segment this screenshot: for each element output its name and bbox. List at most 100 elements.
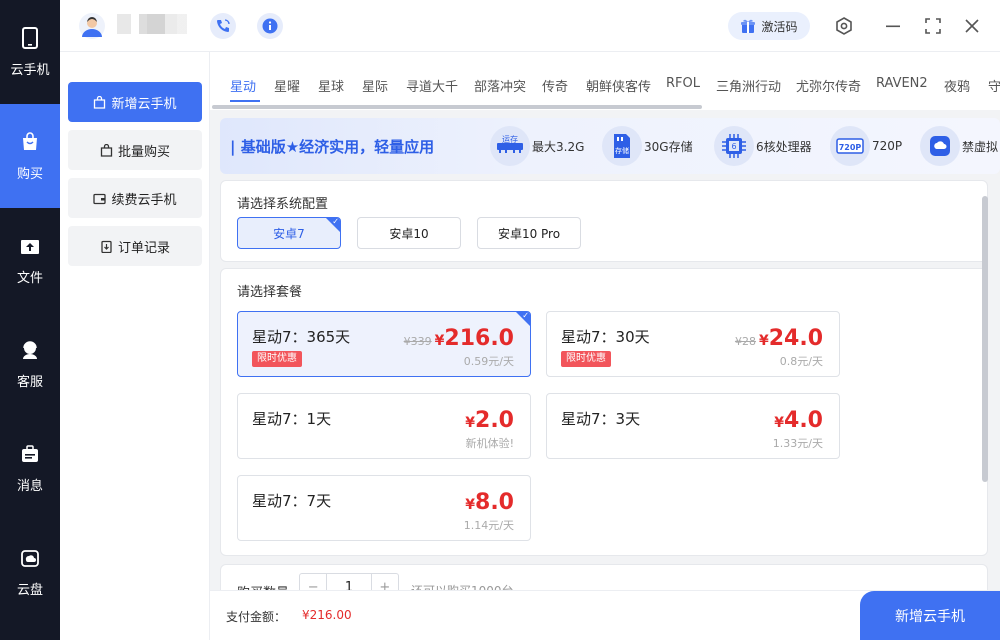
- submenu-label: 新增云手机: [111, 96, 177, 112]
- tab-youmier[interactable]: 尤弥尔传奇: [796, 76, 861, 95]
- activation-code-label: 激活码: [761, 19, 798, 34]
- tab-chaoxian[interactable]: 朝鲜侠客传: [586, 76, 651, 95]
- tab-raven2[interactable]: RAVEN2: [876, 76, 928, 91]
- plan-option[interactable]: 星动7：365天 限时优惠 ¥339 ¥ 216.0 0.59元/天 ✓: [237, 311, 531, 377]
- nav-item-files[interactable]: 文件: [0, 208, 60, 312]
- tab-sanjiaozhou[interactable]: 三角洲行动: [716, 76, 781, 95]
- feature-label: 禁虚拟: [962, 139, 999, 154]
- submenu-label: 续费云手机: [111, 192, 177, 208]
- tabs-scrollbar[interactable]: [212, 105, 702, 109]
- system-option-android7[interactable]: 安卓7 ✓: [237, 217, 341, 249]
- plan-name: 星动7：3天: [561, 410, 641, 428]
- submenu-renew-cloud-phone[interactable]: 续费云手机: [68, 178, 202, 218]
- phone-call-icon[interactable]: [210, 13, 236, 39]
- tab-xingyao[interactable]: 星曜: [274, 76, 300, 95]
- svg-text:运存: 运存: [502, 134, 518, 144]
- unit-price: 1.33元/天: [772, 437, 823, 450]
- price-value: 8.0: [475, 490, 514, 515]
- plan-name: 星动7：7天: [252, 492, 332, 510]
- plan-price: ¥ 2.0: [465, 408, 514, 433]
- system-option-android10-pro[interactable]: 安卓10 Pro: [477, 217, 581, 249]
- resolution-icon: 720P: [830, 126, 870, 166]
- nav-item-messages[interactable]: 消息: [0, 416, 60, 520]
- check-icon: ✓: [522, 311, 529, 320]
- nav-item-cloud-drive[interactable]: 云盘: [0, 520, 60, 624]
- feature-ram: 运存 最大3.2G: [490, 126, 584, 166]
- content-scrollbar[interactable]: [982, 196, 988, 482]
- maximize-icon[interactable]: [922, 15, 944, 37]
- svg-text:存储: 存储: [615, 146, 629, 155]
- unit-price: 0.59元/天: [463, 355, 514, 368]
- decrement-button[interactable]: −: [300, 574, 328, 590]
- plan-price: ¥ 8.0: [465, 490, 514, 515]
- system-option-label: 安卓10 Pro: [497, 226, 561, 241]
- plan-price: ¥339 ¥ 216.0: [404, 326, 514, 351]
- system-option-android10[interactable]: 安卓10: [357, 217, 461, 249]
- tab-xingqiu[interactable]: 星球: [318, 76, 344, 95]
- svg-text:6: 6: [731, 142, 736, 151]
- bag-icon: [19, 131, 41, 153]
- info-icon[interactable]: [257, 13, 283, 39]
- price-value: 4.0: [784, 408, 823, 433]
- support-icon: [19, 339, 41, 361]
- system-option-label: 安卓10: [389, 226, 429, 241]
- tab-xundao[interactable]: 寻道大千: [406, 76, 458, 95]
- price-value: 216.0: [444, 326, 514, 351]
- tab-xingdong[interactable]: 星动: [230, 76, 256, 95]
- currency-symbol: ¥: [758, 333, 769, 349]
- feature-anti-virtual: 禁虚拟: [920, 126, 998, 166]
- plan-option[interactable]: 星动7：7天 ¥ 8.0 1.14元/天: [237, 475, 531, 541]
- submenu-batch-purchase[interactable]: 批量购买: [68, 130, 202, 170]
- cloud-drive-icon: [19, 547, 41, 569]
- nav-item-purchase[interactable]: 购买: [0, 104, 60, 208]
- avatar[interactable]: [79, 13, 105, 39]
- tab-more[interactable]: 守: [988, 76, 1000, 95]
- submenu-new-cloud-phone[interactable]: 新增云手机: [68, 82, 202, 122]
- tab-chuanqi[interactable]: 传奇: [542, 76, 568, 95]
- plan-banner: | 基础版★经济实用，轻量应用 运存 最大3.2G 存储 30G存储 6 6核处…: [220, 118, 1000, 174]
- activation-code-button[interactable]: 激活码: [728, 12, 810, 40]
- feature-cpu: 6 6核处理器: [714, 126, 812, 166]
- storage-icon: 存储: [602, 126, 642, 166]
- tab-buluo[interactable]: 部落冲突: [474, 76, 526, 95]
- plan-option[interactable]: 星动7：3天 ¥ 4.0 1.33元/天: [546, 393, 840, 459]
- submenu-label: 批量购买: [117, 144, 170, 160]
- pay-amount-value: ¥216.00: [302, 608, 352, 622]
- plan-option[interactable]: 星动7：1天 ¥ 2.0 新机体验!: [237, 393, 531, 459]
- left-nav: 云手机 购买 文件 客服 消息 云盘: [0, 0, 60, 640]
- minimize-icon[interactable]: [882, 15, 904, 37]
- wallet-icon: [93, 193, 107, 204]
- feature-label: 最大3.2G: [532, 139, 585, 154]
- feature-resolution: 720P 720P: [830, 126, 902, 166]
- nav-item-label: 云手机: [10, 62, 50, 78]
- increment-button[interactable]: +: [370, 574, 398, 590]
- currency-symbol: ¥: [434, 333, 445, 349]
- submenu-order-history[interactable]: 订单记录: [68, 226, 202, 266]
- close-icon[interactable]: [961, 15, 983, 37]
- system-config-title: 请选择系统配置: [237, 197, 329, 212]
- unit-price: 0.8元/天: [779, 355, 823, 368]
- nav-item-cloud-phone[interactable]: 云手机: [0, 0, 60, 104]
- plan-name: 星动7：1天: [252, 410, 332, 428]
- quantity-label: 购买数量: [237, 582, 289, 590]
- add-cloud-phone-button[interactable]: 新增云手机: [860, 591, 1000, 640]
- limited-offer-badge: 限时优惠: [561, 351, 611, 367]
- bag-icon: [94, 95, 106, 109]
- unit-price: 1.14元/天: [463, 519, 514, 532]
- quantity-input[interactable]: 1: [327, 574, 370, 591]
- original-price: ¥339: [403, 335, 432, 348]
- settings-icon[interactable]: [833, 15, 855, 37]
- quantity-hint: 还可以购买1000台: [411, 582, 514, 590]
- quantity-stepper: − 1 +: [299, 573, 399, 590]
- tab-rfol[interactable]: RFOL: [666, 76, 700, 91]
- check-icon: ✓: [332, 217, 339, 226]
- tab-yeya[interactable]: 夜鸦: [944, 76, 970, 95]
- plan-option[interactable]: 星动7：30天 限时优惠 ¥28 ¥ 24.0 0.8元/天: [546, 311, 840, 377]
- nav-item-support[interactable]: 客服: [0, 312, 60, 416]
- tab-xingji[interactable]: 星际: [362, 76, 388, 95]
- nav-item-label: 购买: [16, 166, 43, 182]
- nav-item-label: 消息: [16, 478, 43, 494]
- unit-price: 新机体验!: [465, 437, 514, 450]
- upload-icon: [19, 235, 41, 257]
- price-value: 2.0: [475, 408, 514, 433]
